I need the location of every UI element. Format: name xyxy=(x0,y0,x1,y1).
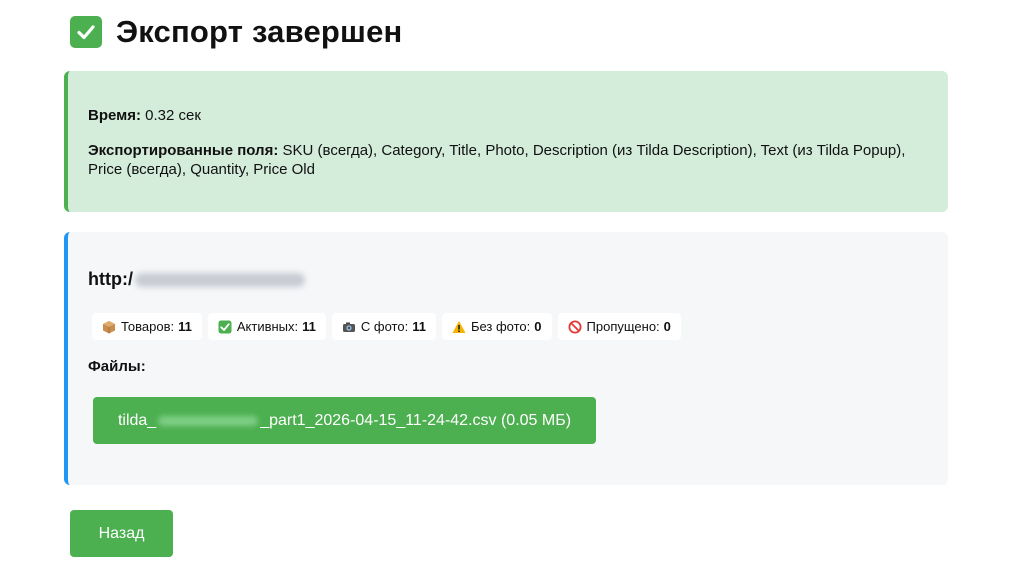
prohibited-icon xyxy=(568,320,582,334)
page-title: Экспорт завершен xyxy=(116,14,403,49)
stat-with-photo-value: 11 xyxy=(412,319,426,334)
site-url: http:/ xyxy=(88,269,305,290)
stats-row: Товаров: 11 Активных: 11 С фото: 11 Без … xyxy=(92,313,681,340)
check-mark-button-icon xyxy=(70,16,102,48)
stat-products: Товаров: 11 xyxy=(92,313,202,340)
package-icon xyxy=(102,320,116,334)
exported-fields-row: Экспортированные поля: SKU (всегда), Cat… xyxy=(88,141,928,179)
file-name-prefix: tilda_ xyxy=(117,411,157,429)
page-header: Экспорт завершен xyxy=(70,12,402,52)
files-label: Файлы: xyxy=(88,358,146,375)
redacted-site-domain xyxy=(134,272,305,287)
back-button[interactable]: Назад xyxy=(70,510,173,557)
export-complete-page: Экспорт завершен Время: 0.32 сек Экспорт… xyxy=(0,0,1033,576)
warning-icon xyxy=(452,320,466,334)
export-time-row: Время: 0.32 сек xyxy=(88,106,928,125)
stat-without-photo: Без фото: 0 xyxy=(441,313,552,340)
stat-without-photo-label: Без фото: xyxy=(470,319,531,334)
stat-skipped-label: Пропущено: xyxy=(586,319,660,334)
stat-active-label: Активных: xyxy=(236,319,299,334)
download-file-button[interactable]: tilda_ _part1_2026-04-15_11-24-42.csv (0… xyxy=(93,397,596,444)
redacted-file-name-part xyxy=(158,415,259,426)
check-mark-icon xyxy=(218,320,232,334)
export-time-label: Время: xyxy=(88,107,141,124)
site-result-card: http:/ Товаров: 11 Активных: 11 С фото: … xyxy=(64,232,948,485)
stat-skipped-value: 0 xyxy=(663,319,671,334)
stat-products-label: Товаров: xyxy=(121,319,175,334)
stat-without-photo-value: 0 xyxy=(534,319,542,334)
stat-with-photo-label: С фото: xyxy=(360,319,409,334)
stat-active: Активных: 11 xyxy=(207,313,326,340)
file-name-suffix: _part1_2026-04-15_11-24-42.csv (0.05 МБ) xyxy=(260,411,572,429)
exported-fields-label: Экспортированные поля: xyxy=(88,142,279,159)
export-summary-card: Время: 0.32 сек Экспортированные поля: S… xyxy=(64,71,948,212)
stat-with-photo: С фото: 11 xyxy=(331,313,436,340)
site-url-prefix: http:/ xyxy=(88,269,133,289)
stat-active-value: 11 xyxy=(302,319,316,334)
camera-icon xyxy=(342,320,356,334)
stat-products-value: 11 xyxy=(178,319,192,334)
stat-skipped: Пропущено: 0 xyxy=(557,313,681,340)
export-time-value: 0.32 сек xyxy=(145,107,201,124)
